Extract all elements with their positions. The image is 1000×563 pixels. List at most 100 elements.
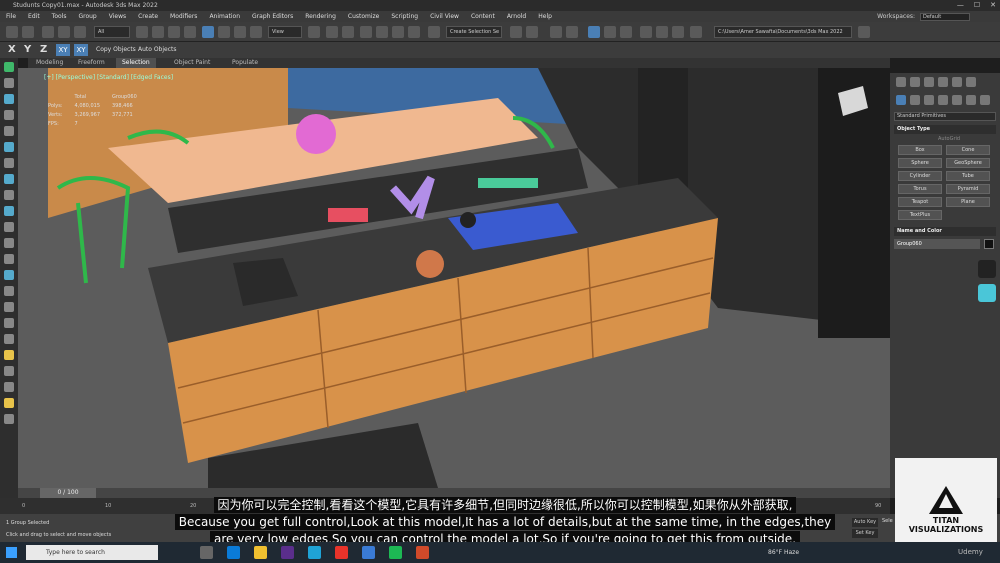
copy-objects-button[interactable]: Copy Objects: [96, 42, 136, 58]
settings-icon[interactable]: [4, 318, 14, 328]
photoshop-icon[interactable]: [308, 546, 321, 559]
select-move-icon[interactable]: [202, 26, 214, 38]
display-tab-icon[interactable]: [952, 77, 962, 87]
create-tool-icon[interactable]: [4, 62, 14, 72]
geometry-icon[interactable]: [896, 95, 906, 105]
select-by-name-icon[interactable]: [152, 26, 164, 38]
filter-cameras-icon[interactable]: [4, 142, 14, 152]
select-manipulate-icon[interactable]: [326, 26, 338, 38]
filter-shapes-icon[interactable]: [4, 110, 14, 120]
menu-scripting[interactable]: Scripting: [385, 11, 424, 22]
lightbulb-icon[interactable]: [978, 260, 996, 278]
menu-arnold[interactable]: Arnold: [501, 11, 532, 22]
time-slider-handle[interactable]: 0 / 100: [40, 488, 96, 498]
pivot-center-icon[interactable]: [308, 26, 320, 38]
viewport-tool-icon[interactable]: [978, 284, 996, 302]
hide-icon[interactable]: [4, 254, 14, 264]
app-icon[interactable]: [389, 546, 402, 559]
project-folder-icon[interactable]: [858, 26, 870, 38]
filter-helpers-icon[interactable]: [4, 158, 14, 168]
keyboard-shortcut-icon[interactable]: [342, 26, 354, 38]
app-icon-2[interactable]: [416, 546, 429, 559]
y-axis-constraint[interactable]: Y: [24, 44, 31, 56]
menu-graph-editors[interactable]: Graph Editors: [246, 11, 299, 22]
teapot-button[interactable]: Teapot: [898, 197, 942, 207]
toggle-ribbon-icon[interactable]: [588, 26, 600, 38]
file-explorer-icon[interactable]: [254, 546, 267, 559]
create-tab-icon[interactable]: [896, 77, 906, 87]
scene-explorer-icon[interactable]: [550, 26, 562, 38]
workspace-value[interactable]: Default: [920, 12, 970, 21]
tab-object-paint[interactable]: Object Paint: [174, 58, 210, 68]
modify-tab-icon[interactable]: [910, 77, 920, 87]
menu-views[interactable]: Views: [103, 11, 132, 22]
tools-icon[interactable]: [4, 302, 14, 312]
rendered-frame-window-icon[interactable]: [672, 26, 684, 38]
torus-button[interactable]: Torus: [898, 184, 942, 194]
3ds-max-icon[interactable]: [362, 546, 375, 559]
xy-constraint-button[interactable]: XY: [56, 44, 70, 56]
shapes-icon[interactable]: [910, 95, 920, 105]
filter-lights-icon[interactable]: [4, 126, 14, 136]
lights-icon[interactable]: [924, 95, 934, 105]
schematic-view-icon[interactable]: [620, 26, 632, 38]
lock-icon[interactable]: [4, 286, 14, 296]
menu-civil-view[interactable]: Civil View: [424, 11, 465, 22]
render-production-icon[interactable]: [690, 26, 702, 38]
minimize-icon[interactable]: —: [957, 0, 964, 11]
layer-explorer-icon[interactable]: [566, 26, 578, 38]
highlight-icon[interactable]: [4, 350, 14, 360]
task-view-icon[interactable]: [200, 546, 213, 559]
tab-selection[interactable]: Selection: [116, 58, 156, 68]
close-icon[interactable]: ✕: [990, 0, 996, 11]
taskbar-search-input[interactable]: Type here to search: [26, 545, 158, 560]
layer-icon[interactable]: [4, 270, 14, 280]
object-type-rollout[interactable]: Object Type: [894, 125, 996, 134]
window-crossing-icon[interactable]: [184, 26, 196, 38]
weather-widget[interactable]: 86°F Haze: [768, 542, 799, 563]
select-object-icon[interactable]: [136, 26, 148, 38]
search-icon[interactable]: [4, 366, 14, 376]
xy-constraint-button-2[interactable]: XY: [74, 44, 88, 56]
bind-spacewarp-icon[interactable]: [74, 26, 86, 38]
columns-icon[interactable]: [4, 382, 14, 392]
tab-modeling[interactable]: Modeling: [36, 58, 63, 68]
cameras-icon[interactable]: [938, 95, 948, 105]
menu-file[interactable]: File: [0, 11, 22, 22]
reference-coordinate-dropdown[interactable]: View: [268, 26, 302, 38]
spacewarps-icon[interactable]: [966, 95, 976, 105]
textplus-button[interactable]: TextPlus: [898, 210, 942, 220]
set-key-button[interactable]: Set Key: [852, 529, 878, 538]
plane-button[interactable]: Plane: [946, 197, 990, 207]
sort-icon[interactable]: [4, 206, 14, 216]
edge-icon[interactable]: [227, 546, 240, 559]
auto-key-button[interactable]: Auto Key: [852, 518, 878, 527]
tab-freeform[interactable]: Freeform: [78, 58, 105, 68]
filter-geometry-icon[interactable]: [4, 94, 14, 104]
geosphere-button[interactable]: GeoSphere: [946, 158, 990, 168]
menu-create[interactable]: Create: [132, 11, 164, 22]
menu-modifiers[interactable]: Modifiers: [164, 11, 203, 22]
sphere-button[interactable]: Sphere: [898, 158, 942, 168]
name-and-color-rollout[interactable]: Name and Color: [894, 227, 996, 236]
tab-populate[interactable]: Populate: [232, 58, 258, 68]
scene-icon[interactable]: [4, 414, 14, 424]
select-place-icon[interactable]: [250, 26, 262, 38]
percent-snap-icon[interactable]: [392, 26, 404, 38]
sync-icon[interactable]: [4, 334, 14, 344]
align-icon[interactable]: [526, 26, 538, 38]
menu-animation[interactable]: Animation: [203, 11, 246, 22]
selected-dropdown[interactable]: Sele: [882, 518, 893, 524]
unlink-icon[interactable]: [58, 26, 70, 38]
mirror-icon[interactable]: [510, 26, 522, 38]
workspace-selector[interactable]: Workspaces: Default: [877, 11, 970, 22]
light-icon[interactable]: [4, 398, 14, 408]
primitive-type-dropdown[interactable]: Standard Primitives: [894, 112, 996, 121]
named-selection-sets-dropdown[interactable]: Create Selection Se: [446, 26, 502, 38]
filter-spacewarps-icon[interactable]: [4, 174, 14, 184]
menu-help[interactable]: Help: [532, 11, 558, 22]
motion-tab-icon[interactable]: [938, 77, 948, 87]
menu-tools[interactable]: Tools: [46, 11, 73, 22]
pdf-icon[interactable]: [335, 546, 348, 559]
select-scale-icon[interactable]: [234, 26, 246, 38]
